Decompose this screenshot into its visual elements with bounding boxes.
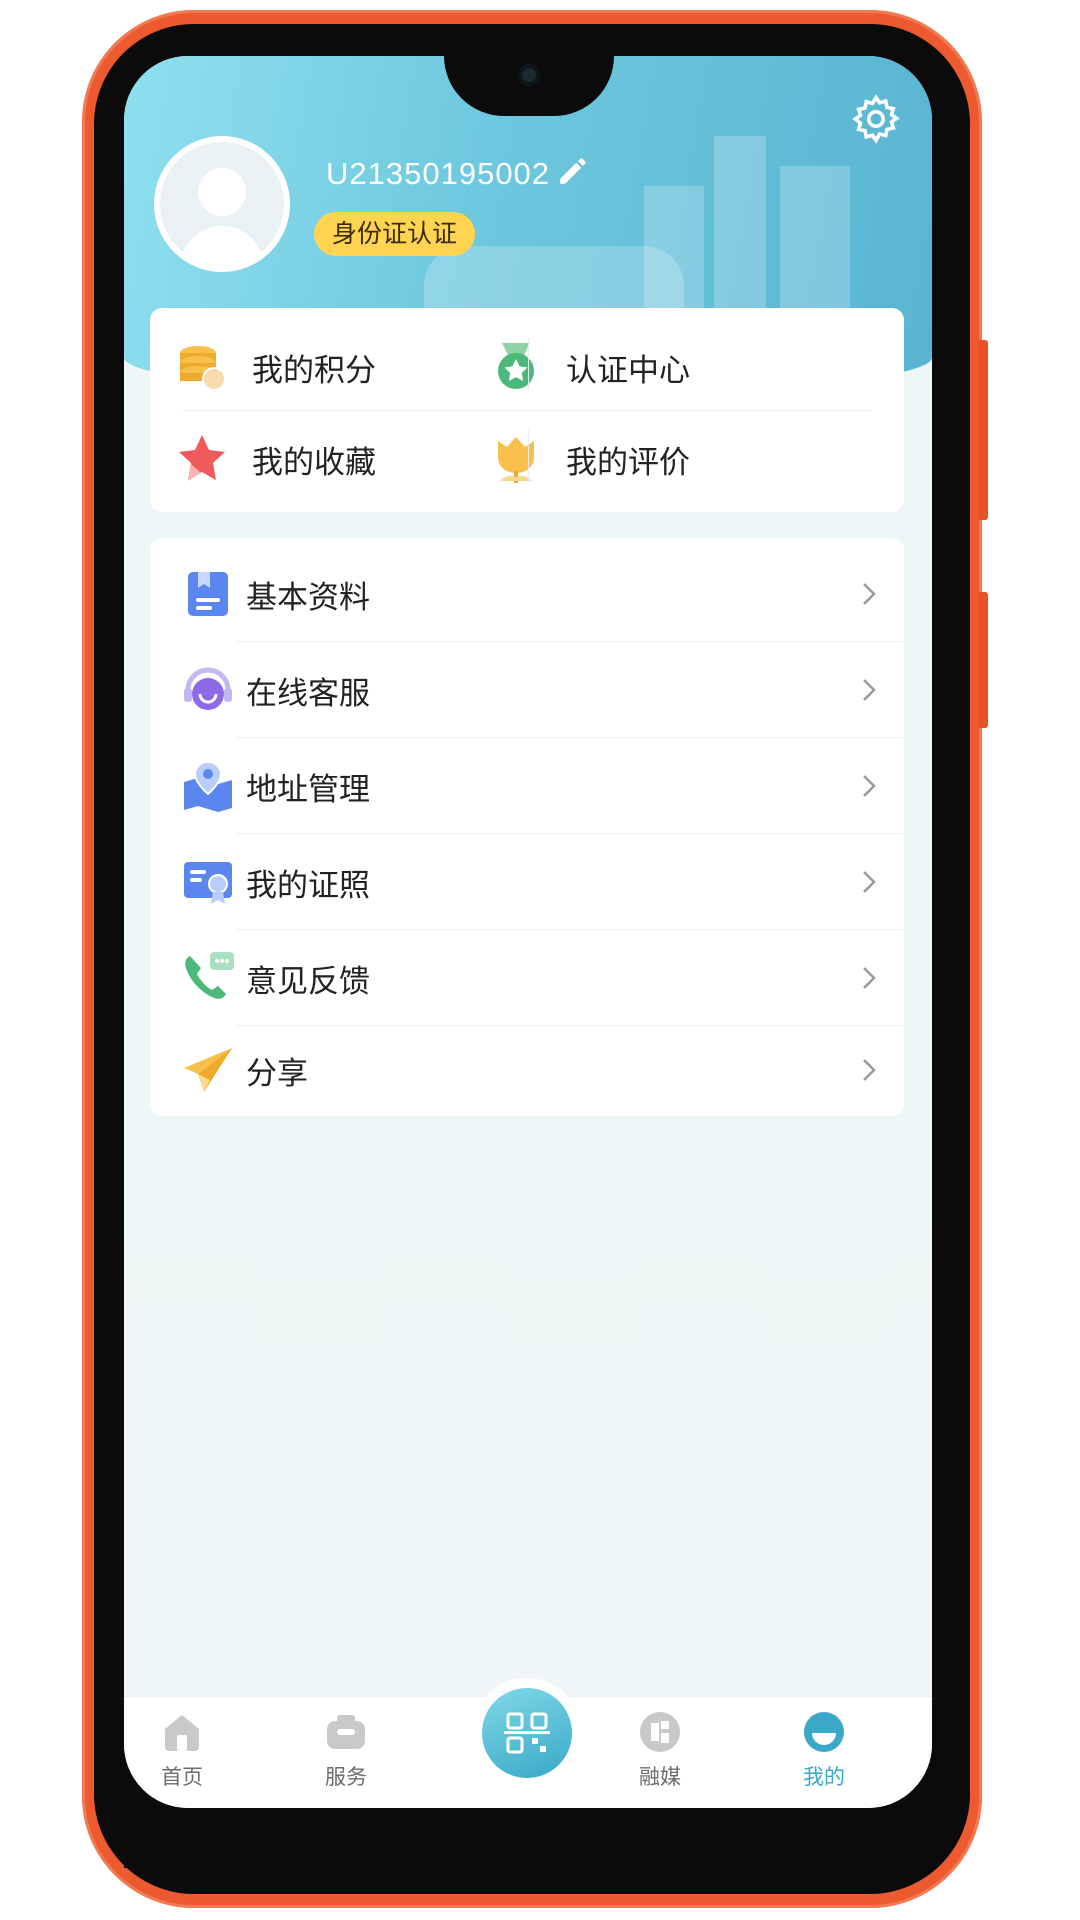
tulip-icon <box>498 437 534 483</box>
volume-button <box>978 592 988 728</box>
home-icon <box>165 1715 199 1751</box>
menu-item-label: 我的证照 <box>246 867 370 904</box>
phone-chat-icon <box>185 952 234 999</box>
nav-mine-label: 我的 <box>803 1765 845 1789</box>
nav-mine[interactable]: 我的 <box>774 1709 874 1791</box>
medal-icon <box>498 343 534 389</box>
divider <box>528 430 529 482</box>
username: U21350195002 <box>326 156 551 191</box>
briefcase-icon <box>327 1715 365 1749</box>
chevron-right-icon <box>863 679 876 701</box>
id-verification-badge[interactable]: 身份证认证 <box>314 212 476 256</box>
my-reviews-label: 我的评价 <box>566 444 690 481</box>
scan-button-circle <box>482 1688 572 1778</box>
avatar[interactable] <box>154 136 290 272</box>
menu-item-feedback[interactable]: 意见反馈 <box>150 930 904 1026</box>
chevron-right-icon <box>863 583 876 605</box>
divider <box>528 338 529 390</box>
nav-services-label: 服务 <box>325 1765 367 1789</box>
coin-stack-icon <box>180 346 226 391</box>
nav-services[interactable]: 服务 <box>296 1709 396 1791</box>
profile-book-icon <box>188 572 228 616</box>
paper-plane-icon <box>184 1048 232 1092</box>
chevron-right-icon <box>863 1059 876 1081</box>
nav-home-label: 首页 <box>161 1765 203 1789</box>
customer-service-headset-icon <box>184 667 232 710</box>
cert-center-item[interactable]: 认证中心 <box>488 322 690 412</box>
chevron-right-icon <box>863 967 876 989</box>
my-points-label: 我的积分 <box>252 352 376 389</box>
chevron-right-icon <box>863 871 876 893</box>
avatar-body-icon <box>180 226 264 266</box>
star-icon <box>179 435 225 481</box>
menu-item-online-service[interactable]: 在线客服 <box>150 642 904 738</box>
menu-item-label: 地址管理 <box>246 771 370 808</box>
cert-center-label: 认证中心 <box>566 352 690 389</box>
menu-item-address-management[interactable]: 地址管理 <box>150 738 904 834</box>
my-points-item[interactable]: 我的积分 <box>174 322 376 412</box>
location-pin-icon <box>184 760 232 812</box>
settings-menu: 基本资料 在线客服 地址管理 我的证照 意见反馈 分享 <box>150 538 904 1116</box>
menu-item-label: 在线客服 <box>246 675 370 712</box>
certificate-icon <box>184 862 232 904</box>
menu-item-basic-info[interactable]: 基本资料 <box>150 546 904 642</box>
menu-item-my-licenses[interactable]: 我的证照 <box>150 834 904 930</box>
divider <box>182 410 872 411</box>
nav-media[interactable]: 融媒 <box>610 1709 710 1791</box>
menu-item-label: 分享 <box>246 1055 308 1092</box>
scan-qr-button[interactable] <box>472 1678 582 1788</box>
nav-home[interactable]: 首页 <box>132 1709 232 1791</box>
edit-pencil-icon[interactable] <box>556 154 590 188</box>
power-button <box>978 340 988 520</box>
menu-item-label: 意见反馈 <box>246 963 370 1000</box>
my-reviews-item[interactable]: 我的评价 <box>488 414 690 504</box>
city-skyline-decoration <box>714 136 766 336</box>
profile-smile-icon <box>804 1712 844 1752</box>
app-screen: U21350195002 身份证认证 我的积分 认证中心 我的收藏 我的评价 基… <box>124 56 932 1808</box>
qr-scan-icon <box>504 1712 550 1754</box>
chevron-right-icon <box>863 775 876 797</box>
settings-gear-icon[interactable] <box>849 92 903 146</box>
media-logo-icon <box>640 1712 680 1752</box>
phone-chin <box>124 1808 932 1868</box>
menu-item-share[interactable]: 分享 <box>150 1022 904 1118</box>
my-favorites-label: 我的收藏 <box>252 444 376 481</box>
nav-media-label: 融媒 <box>639 1765 681 1789</box>
menu-item-label: 基本资料 <box>246 579 370 616</box>
my-favorites-item[interactable]: 我的收藏 <box>174 414 376 504</box>
quick-actions-card: 我的积分 认证中心 我的收藏 我的评价 <box>150 308 904 512</box>
avatar-head-icon <box>198 168 246 216</box>
